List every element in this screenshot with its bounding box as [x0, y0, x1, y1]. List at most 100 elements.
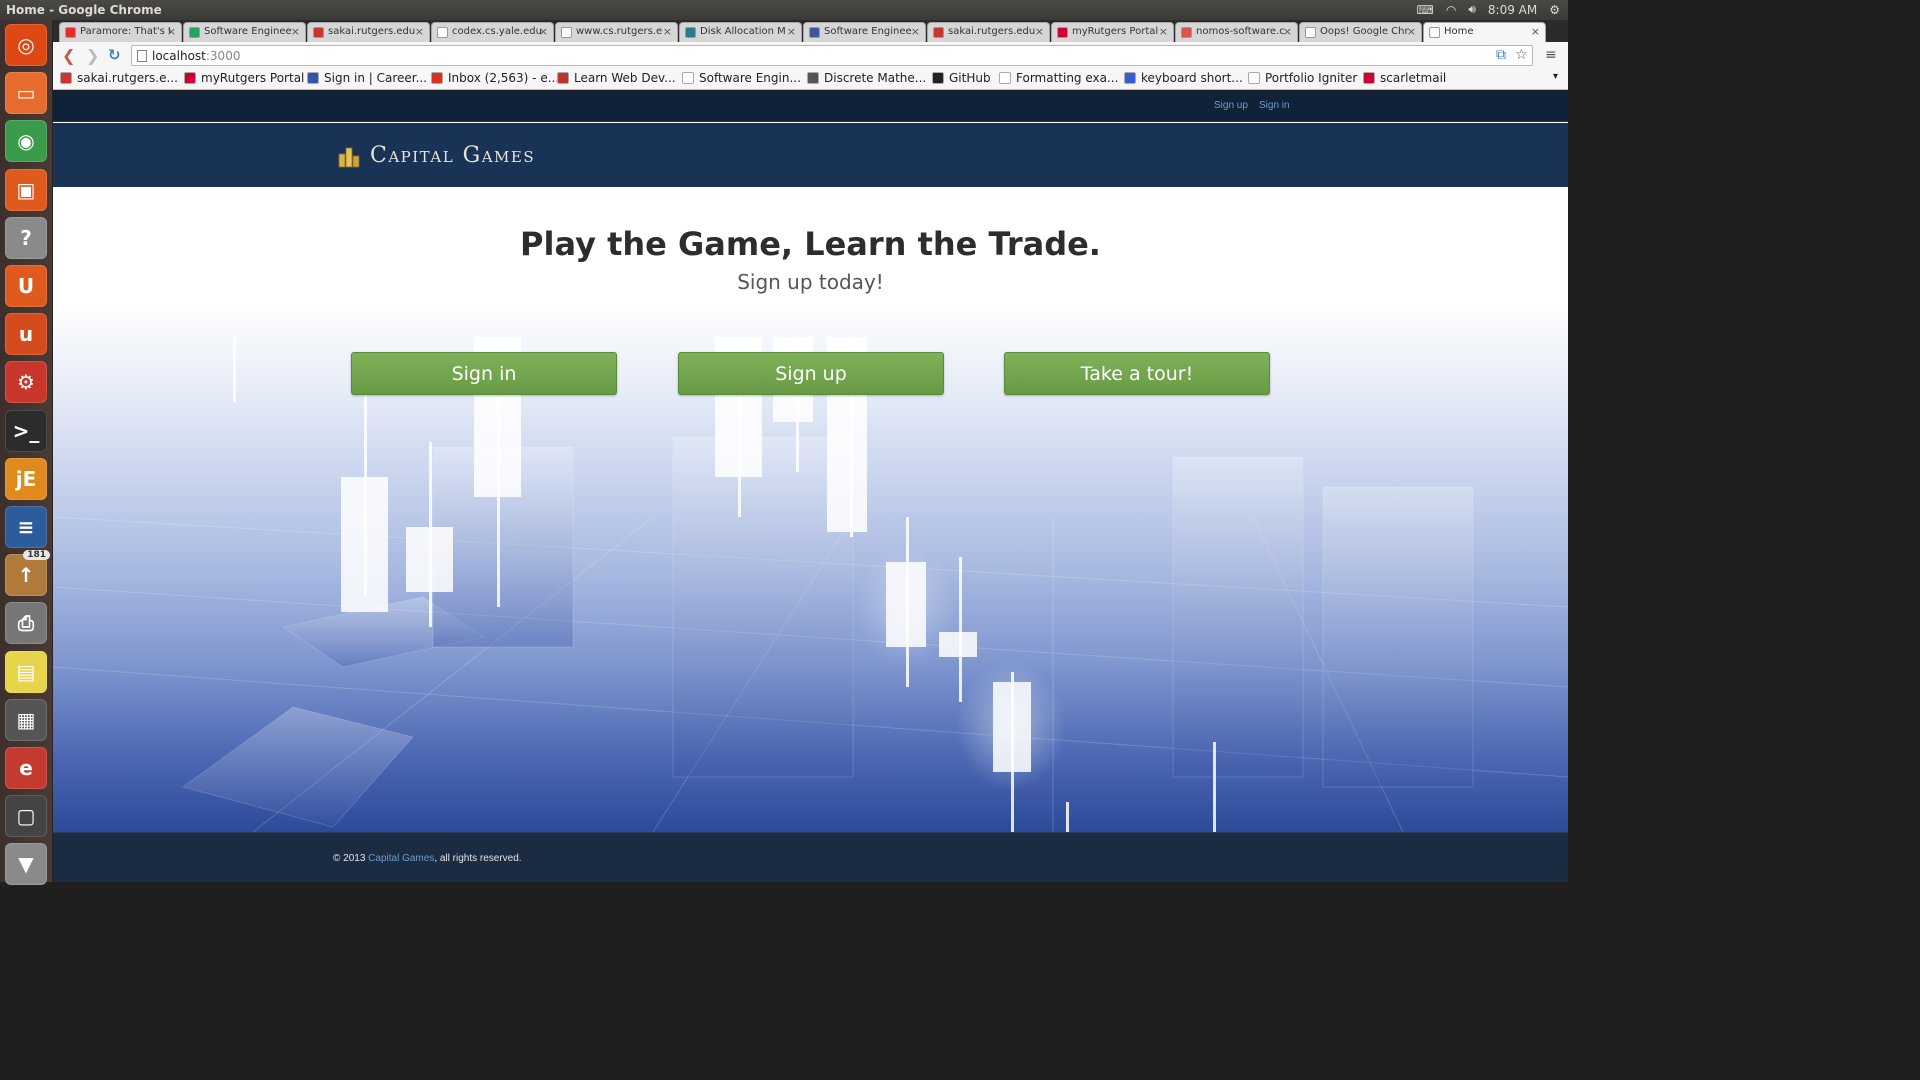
bookmark-item[interactable]: GitHub [932, 71, 991, 85]
tab-close-icon[interactable]: × [1035, 25, 1044, 38]
trash-icon[interactable]: ▼ [5, 843, 47, 886]
tab-favicon-icon [685, 27, 696, 38]
extension-icon[interactable]: ⧉ [1496, 47, 1506, 63]
back-button[interactable]: ❮ [62, 46, 75, 65]
reload-button[interactable]: ↻ [108, 46, 121, 64]
bookmark-item[interactable]: scarletmail [1363, 71, 1446, 85]
wifi-icon[interactable]: ◠ [1446, 3, 1456, 17]
bookmark-label: scarletmail [1380, 71, 1447, 85]
sign-up-button[interactable]: Sign up [678, 352, 944, 395]
bookmarks-overflow-icon[interactable]: ▾ [1553, 71, 1558, 82]
tab-close-icon[interactable]: × [1407, 25, 1416, 38]
bookmark-favicon-icon [184, 72, 196, 84]
browser-tab[interactable]: Home × [1423, 22, 1546, 42]
brand-logo[interactable]: Capital Games [338, 143, 535, 168]
bookmark-favicon-icon [431, 72, 443, 84]
jedit-icon[interactable]: jE [5, 457, 47, 500]
tab-close-icon[interactable]: × [911, 25, 920, 38]
tab-close-icon[interactable]: × [291, 25, 300, 38]
bookmark-label: GitHub [949, 71, 991, 85]
libreoffice-writer-icon[interactable]: ≡ [5, 506, 47, 548]
address-bar[interactable]: localhost:3000 [131, 45, 1533, 66]
tab-close-icon[interactable]: × [415, 25, 424, 38]
volume-icon[interactable]: 🔊︎ [1468, 2, 1476, 17]
software-center-icon[interactable]: ▣ [5, 168, 47, 211]
browser-tab[interactable]: Oops! Google Chr × [1299, 22, 1422, 42]
terminal-icon[interactable]: >_ [5, 409, 47, 452]
footer-brand-link[interactable]: Capital Games [368, 853, 434, 864]
bookmark-label: Discrete Mathe... [824, 71, 927, 85]
sign-in-button[interactable]: Sign in [351, 352, 617, 395]
tab-close-icon[interactable]: × [539, 25, 548, 38]
update-count-badge: 181 [23, 550, 50, 561]
tab-close-icon[interactable]: × [1159, 25, 1168, 38]
eclipse-icon[interactable]: e [5, 747, 47, 789]
update-manager-glyph: u [18, 322, 34, 347]
tab-close-icon[interactable]: × [663, 25, 672, 38]
ubuntu-one-icon[interactable]: U [5, 265, 47, 307]
bookmark-favicon-icon [1248, 72, 1260, 84]
take-tour-button[interactable]: Take a tour! [1004, 352, 1270, 395]
bookmark-star-icon[interactable]: ☆ [1515, 47, 1528, 63]
browser-tab[interactable]: codex.cs.yale.edu × [431, 22, 554, 42]
ubuntu-dash-glyph: ◎ [17, 33, 35, 57]
bookmark-item[interactable]: Inbox (2,563) - e... [431, 71, 559, 85]
bookmark-item[interactable]: Software Engin... [682, 71, 801, 85]
chrome-menu-icon[interactable]: ≡ [1545, 47, 1557, 63]
system-settings-icon[interactable]: ⚙ [5, 361, 47, 404]
browser-tab[interactable]: Software Enginee × [803, 22, 926, 42]
topnav-signin-link[interactable]: Sign in [1259, 100, 1290, 111]
tab-strip: Paramore: That's t × Software Enginee × saka… [53, 20, 1568, 42]
help-icon[interactable]: ? [5, 216, 47, 259]
bookmark-item[interactable]: Formatting exa... [999, 71, 1118, 85]
bookmark-item[interactable]: sakai.rutgers.e... [60, 71, 178, 85]
tab-favicon-icon [65, 27, 76, 38]
browser-tab[interactable]: www.cs.rutgers.e × [555, 22, 678, 42]
tab-close-icon[interactable]: × [1531, 25, 1540, 38]
bookmark-item[interactable]: Sign in | Career... [307, 71, 427, 85]
forward-button[interactable]: ❯ [86, 46, 99, 65]
bookmark-label: Software Engin... [699, 71, 801, 85]
browser-tab[interactable]: Paramore: That's t × [59, 22, 182, 42]
tab-favicon-icon [1305, 27, 1316, 38]
sticky-notes-icon[interactable]: ▤ [5, 650, 47, 693]
browser-tab[interactable]: nomos-software.c × [1175, 22, 1298, 42]
browser-tab[interactable]: myRutgers Portal × [1051, 22, 1174, 42]
bookmark-item[interactable]: Discrete Mathe... [807, 71, 926, 85]
ubuntu-dash-icon[interactable]: ◎ [5, 24, 47, 66]
update-manager-icon[interactable]: u [5, 313, 47, 356]
bookmark-favicon-icon [807, 72, 819, 84]
bookmark-label: sakai.rutgers.e... [77, 71, 178, 85]
tab-close-icon[interactable]: × [167, 25, 176, 38]
site-header: Capital Games [53, 123, 1568, 187]
panel-indicators: ⌨ ◠ 🔊︎ 8:09 AM ⚙ [1417, 2, 1560, 17]
update-notifier-icon[interactable]: ↑ 181 [5, 550, 50, 597]
browser-tab[interactable]: sakai.rutgers.edu × [927, 22, 1050, 42]
workspace-switcher-icon[interactable]: ▢ [5, 795, 47, 838]
brand-name: Capital Games [370, 143, 536, 168]
printer-icon[interactable]: ⎙ [5, 602, 47, 645]
topnav-signup-link[interactable]: Sign up [1214, 100, 1248, 111]
clock[interactable]: 8:09 AM [1488, 3, 1537, 17]
tab-favicon-icon [561, 27, 572, 38]
tab-close-icon[interactable]: × [1283, 25, 1292, 38]
page-icon [137, 50, 147, 62]
browser-tab[interactable]: Software Enginee × [183, 22, 306, 42]
bookmark-item[interactable]: Learn Web Dev... [557, 71, 676, 85]
bookmark-item[interactable]: keyboard short... [1124, 71, 1243, 85]
tab-favicon-icon [437, 27, 448, 38]
chrome-icon[interactable]: ◉ [5, 120, 47, 163]
browser-tab[interactable]: sakai.rutgers.edu × [307, 22, 430, 42]
keyboard-indicator-icon[interactable]: ⌨ [1417, 3, 1434, 17]
browser-tab[interactable]: Disk Allocation M × [679, 22, 802, 42]
bookmark-item[interactable]: myRutgers Portal [184, 71, 304, 85]
tab-favicon-icon [809, 27, 820, 38]
session-gear-icon[interactable]: ⚙ [1549, 3, 1560, 17]
help-glyph: ? [20, 225, 32, 250]
files-icon[interactable]: ▭ [5, 72, 47, 115]
site-top-nav: Sign up Sign in [53, 91, 1568, 122]
bookmark-item[interactable]: Portfolio Igniter [1248, 71, 1357, 85]
calculator-icon[interactable]: ▦ [5, 698, 47, 741]
bookmark-label: Portfolio Igniter [1265, 71, 1358, 85]
tab-close-icon[interactable]: × [787, 25, 796, 38]
